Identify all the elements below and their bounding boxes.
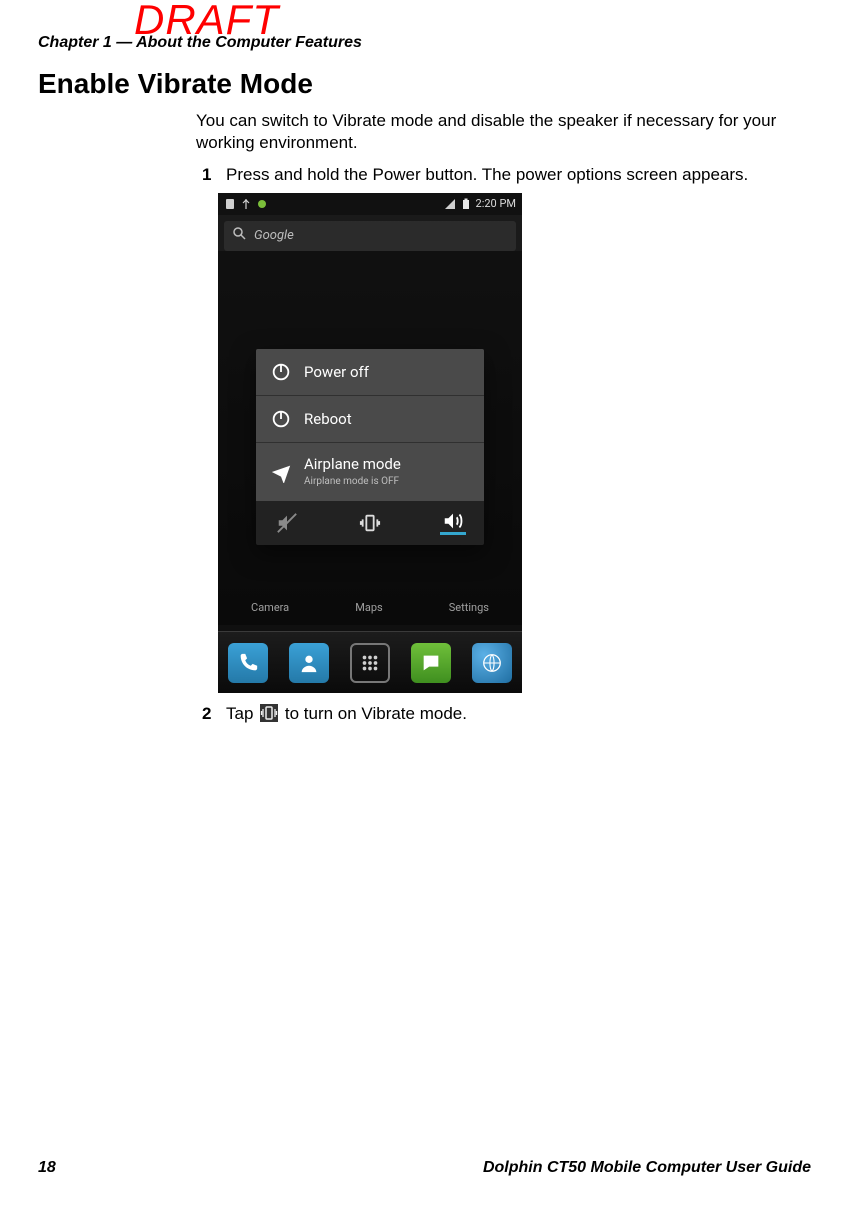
guide-title: Dolphin CT50 Mobile Computer User Guide <box>483 1159 811 1177</box>
running-header: Chapter 1 — About the Computer Features <box>38 34 811 52</box>
sound-mode-row <box>256 501 484 545</box>
status-debug-icon <box>256 198 268 210</box>
app-label: Maps <box>355 601 382 615</box>
dock-messaging-icon[interactable] <box>411 643 451 683</box>
menu-label: Airplane mode <box>304 455 401 473</box>
dock-apps-icon[interactable] <box>350 643 390 683</box>
intro-paragraph: You can switch to Vibrate mode and disab… <box>196 110 811 154</box>
step-number: 2 <box>202 703 216 725</box>
status-sd-icon <box>224 198 236 210</box>
menu-label: Power off <box>304 363 369 382</box>
step-number: 1 <box>202 164 216 186</box>
homescreen-app-labels: Camera Maps Settings <box>218 601 522 615</box>
menu-power-off[interactable]: Power off <box>256 349 484 395</box>
power-menu: Power off Reboot Airplane mode Airplane … <box>256 349 484 545</box>
menu-reboot[interactable]: Reboot <box>256 395 484 442</box>
step-2: 2 Tap to turn on Vibrate mode. <box>196 703 811 725</box>
power-icon <box>270 408 292 430</box>
vibrate-icon[interactable] <box>357 511 383 535</box>
step-text-before: Tap <box>226 704 258 723</box>
page-footer: 18 Dolphin CT50 Mobile Computer User Gui… <box>38 1159 811 1177</box>
airplane-icon <box>270 461 292 483</box>
dock-browser-icon[interactable] <box>472 643 512 683</box>
dock <box>218 631 522 693</box>
step-1: 1 Press and hold the Power button. The p… <box>196 164 811 186</box>
sound-on-icon[interactable] <box>440 511 466 535</box>
step-text: Press and hold the Power button. The pow… <box>226 164 811 186</box>
status-bar: 2:20 PM <box>218 193 522 215</box>
vibrate-inline-icon <box>260 704 278 722</box>
step-text: Tap to turn on Vibrate mode. <box>226 703 811 725</box>
phone-screenshot: 2:20 PM Google Power off <box>218 193 522 693</box>
status-time: 2:20 PM <box>476 197 516 211</box>
search-placeholder: Google <box>254 228 294 245</box>
status-usb-icon <box>240 198 252 210</box>
search-bar[interactable]: Google <box>224 221 516 251</box>
section-title: Enable Vibrate Mode <box>38 68 811 100</box>
power-icon <box>270 361 292 383</box>
dock-contacts-icon[interactable] <box>289 643 329 683</box>
dock-phone-icon[interactable] <box>228 643 268 683</box>
menu-label: Reboot <box>304 410 352 429</box>
status-signal-icon <box>444 198 456 210</box>
app-label: Settings <box>449 601 489 615</box>
menu-airplane-mode[interactable]: Airplane mode Airplane mode is OFF <box>256 442 484 501</box>
mute-icon[interactable] <box>274 511 300 535</box>
app-label: Camera <box>251 601 289 615</box>
menu-sublabel: Airplane mode is OFF <box>304 476 401 489</box>
search-icon <box>232 226 246 246</box>
step-text-after: to turn on Vibrate mode. <box>285 704 467 723</box>
page-number: 18 <box>38 1159 56 1177</box>
status-battery-icon <box>460 198 472 210</box>
